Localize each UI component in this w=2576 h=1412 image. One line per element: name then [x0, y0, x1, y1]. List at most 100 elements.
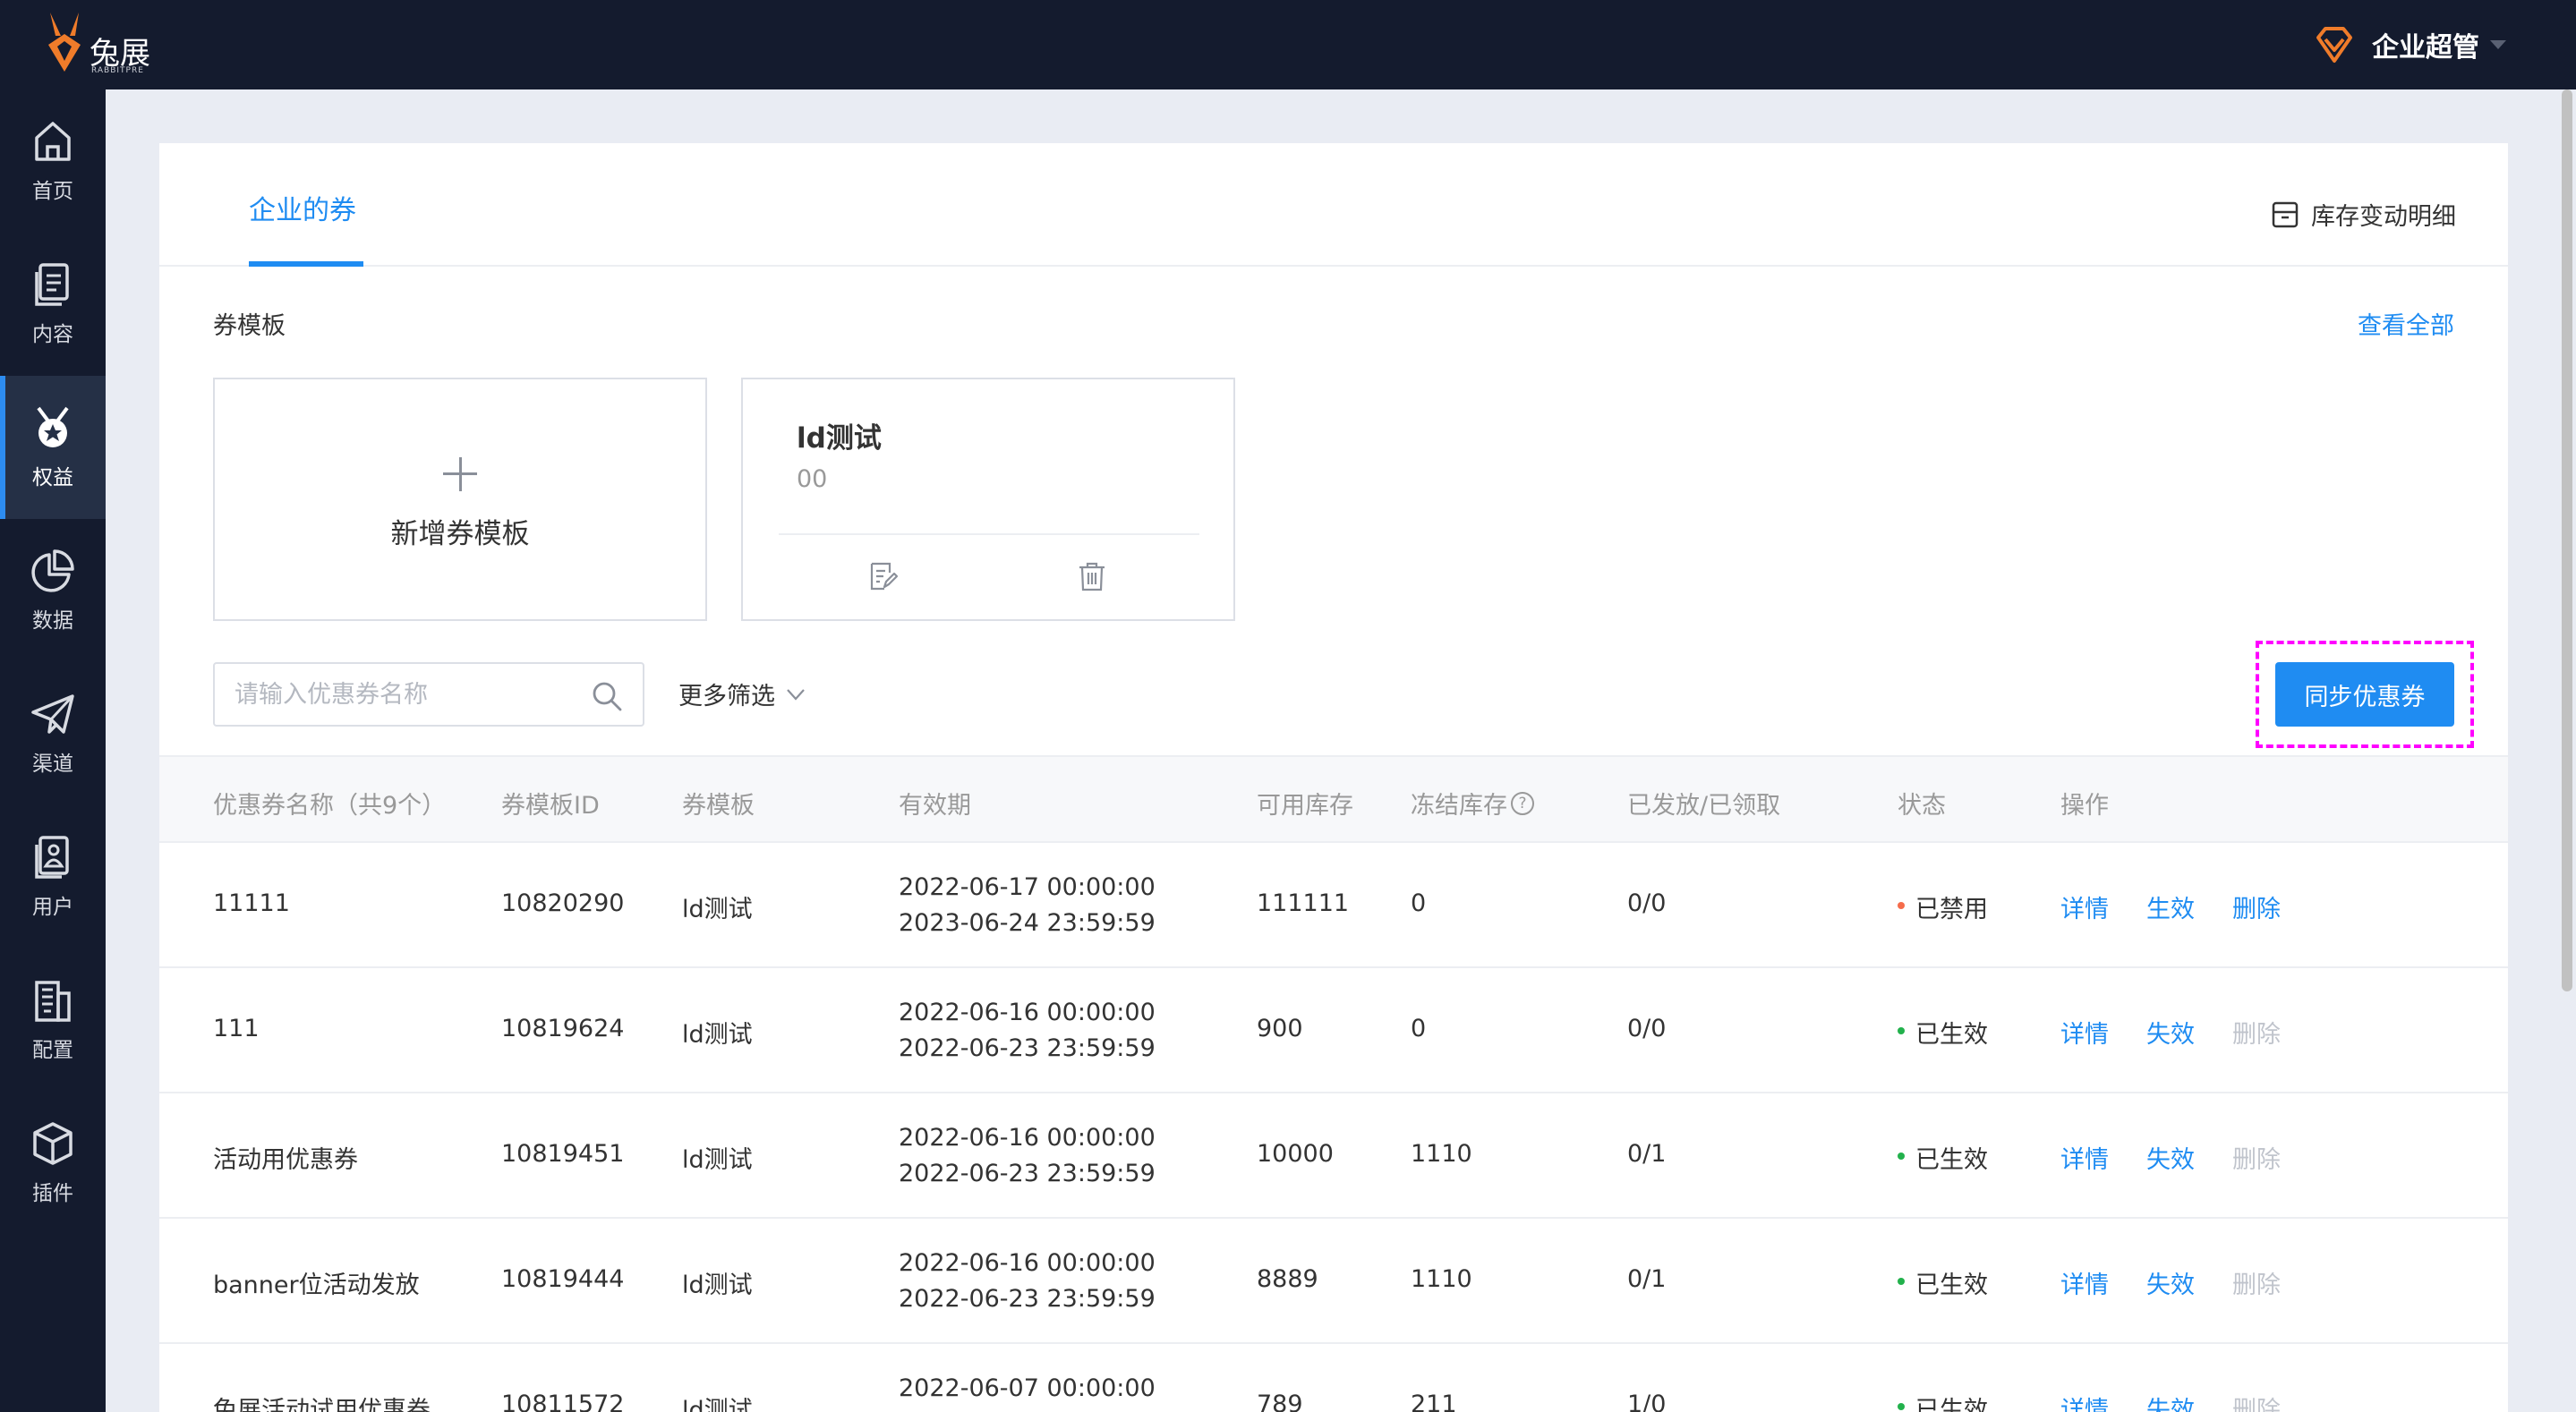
detail-link[interactable]: 详情 — [2060, 1140, 2109, 1175]
sidebar-item-users[interactable]: 用户 — [0, 805, 106, 948]
sidebar-item-settings[interactable]: 配置 — [0, 948, 106, 1092]
sidebar-item-content[interactable]: 内容 — [0, 233, 106, 376]
cell-template-id: 10819451 — [501, 1140, 625, 1168]
cell-template-id: 10819444 — [501, 1265, 625, 1293]
cell-template-id: 10819624 — [501, 1015, 625, 1042]
sidebar-item-label: 首页 — [32, 180, 73, 203]
sidebar-item-data[interactable]: 数据 — [0, 519, 106, 662]
table-row: 111 10819624 ld测试 2022-06-16 00:00:00 2022-0… — [159, 968, 2508, 1093]
cell-frozen: 0 — [1411, 1015, 1427, 1042]
cell-issued: 0/0 — [1627, 889, 1667, 917]
sidebar-item-label: 渠道 — [32, 753, 73, 776]
cell-name: 活动用优惠券 — [213, 1146, 358, 1174]
user-card-icon — [35, 836, 69, 879]
col-actions: 操作 — [2060, 792, 2109, 820]
col-template: 券模板 — [682, 792, 755, 820]
cell-validity-end: 2022-06-23 23:59:59 — [899, 1160, 1156, 1187]
top-bar: 兔展 RABBITPRE 企业超管 — [0, 0, 2576, 89]
cell-template: ld测试 — [682, 1021, 753, 1049]
sidebar-item-home[interactable]: 首页 — [0, 89, 106, 233]
more-filters-dropdown[interactable]: 更多筛选 — [678, 676, 807, 711]
template-subtitle: 00 — [797, 465, 828, 493]
cell-status: 已生效 — [1915, 1272, 1988, 1299]
detail-link[interactable]: 详情 — [2060, 1391, 2109, 1412]
paper-plane-icon — [31, 694, 74, 734]
cell-validity-end: 2022-06-23 23:59:59 — [899, 1034, 1156, 1062]
status-dot — [1898, 902, 1905, 909]
toggle-status-link[interactable]: 失效 — [2146, 1015, 2195, 1050]
detail-link[interactable]: 详情 — [2060, 1265, 2109, 1300]
template-title: ld测试 — [797, 422, 882, 455]
cell-available: 789 — [1257, 1391, 1303, 1412]
building-icon — [35, 981, 71, 1022]
sidebar-item-benefits[interactable]: 权益 — [0, 376, 106, 519]
trash-icon[interactable] — [1076, 560, 1108, 592]
table-row: banner位活动发放 10819444 ld测试 2022-06-16 00:00:… — [159, 1219, 2508, 1344]
tab-enterprise-coupons[interactable]: 企业的券 — [249, 188, 356, 227]
cell-name: 11111 — [213, 889, 290, 917]
documents-icon — [35, 263, 69, 306]
cell-available: 8889 — [1257, 1265, 1318, 1293]
cell-template-id: 10820290 — [501, 889, 625, 917]
toggle-status-link[interactable]: 失效 — [2146, 1265, 2195, 1300]
user-menu[interactable]: 企业超管 — [2313, 21, 2506, 68]
rabbit-logo-icon — [48, 13, 81, 72]
sidebar: 首页 内容 权益 数据 渠道 用户 配置 插件 — [0, 89, 106, 1412]
pie-chart-icon — [31, 549, 74, 592]
tabs-bar: 企业的券 库存变动明细 — [159, 143, 2508, 267]
toggle-status-link[interactable]: 失效 — [2146, 1140, 2195, 1175]
new-template-card[interactable]: 新增券模板 — [213, 378, 707, 621]
detail-link[interactable]: 详情 — [2060, 1015, 2109, 1050]
delete-link[interactable]: 删除 — [2232, 889, 2281, 924]
gem-icon — [2316, 27, 2352, 63]
question-circle-icon[interactable]: ? — [1511, 791, 1534, 815]
new-template-label: 新增券模板 — [390, 517, 530, 550]
divider — [779, 533, 1199, 535]
col-template-id: 券模板ID — [501, 792, 600, 820]
cell-name: banner位活动发放 — [213, 1272, 420, 1299]
toggle-status-link[interactable]: 生效 — [2146, 889, 2195, 924]
cell-validity-end: 2023-06-24 23:59:59 — [899, 909, 1156, 937]
cell-template: ld测试 — [682, 1272, 753, 1299]
stock-change-label: 库存变动明细 — [2311, 203, 2456, 231]
edit-icon[interactable] — [866, 560, 899, 592]
cell-validity: 2022-06-17 00:00:00 2023-06-24 23:59:59 — [899, 870, 1156, 941]
col-issued: 已发放/已领取 — [1627, 792, 1781, 820]
cell-issued: 1/0 — [1627, 1391, 1667, 1412]
plus-icon — [439, 454, 481, 495]
detail-link[interactable]: 详情 — [2060, 889, 2109, 924]
page-scrollbar[interactable] — [2562, 89, 2572, 991]
sidebar-item-plugins[interactable]: 插件 — [0, 1092, 106, 1235]
cell-template-id: 10811572 — [501, 1391, 625, 1412]
stock-change-link[interactable]: 库存变动明细 — [2270, 197, 2456, 232]
toggle-status-link[interactable]: 失效 — [2146, 1391, 2195, 1412]
cell-validity: 2022-06-16 00:00:00 2022-06-23 23:59:59 — [899, 1246, 1156, 1317]
cell-validity-start: 2022-06-16 00:00:00 — [899, 999, 1156, 1026]
cell-validity-start: 2022-06-17 00:00:00 — [899, 873, 1156, 901]
home-icon — [35, 122, 71, 161]
coupon-search-input[interactable] — [235, 664, 584, 725]
sidebar-item-channels[interactable]: 渠道 — [0, 662, 106, 805]
cell-validity-start: 2022-06-16 00:00:00 — [899, 1124, 1156, 1152]
archive-box-icon — [2272, 201, 2299, 227]
cube-icon — [33, 1122, 73, 1165]
chevron-down-icon — [2490, 40, 2506, 49]
status-dot — [1898, 1278, 1905, 1285]
view-all-link[interactable]: 查看全部 — [2358, 306, 2454, 341]
sidebar-item-label: 配置 — [32, 1039, 73, 1062]
cell-validity: 2022-06-16 00:00:00 2022-06-23 23:59:59 — [899, 995, 1156, 1067]
search-icon[interactable] — [591, 680, 623, 712]
brand-logo[interactable]: 兔展 RABBITPRE — [43, 9, 168, 81]
sidebar-item-label: 数据 — [32, 609, 73, 633]
col-name: 优惠券名称（共9个） — [213, 792, 447, 820]
template-card[interactable]: ld测试 00 — [741, 378, 1235, 621]
cell-status: 已生效 — [1915, 1146, 1988, 1174]
cell-validity: 2022-06-07 00:00:00 — [899, 1371, 1156, 1407]
cell-status: 已生效 — [1915, 1021, 1988, 1049]
col-frozen: 冻结库存 ? — [1411, 786, 1534, 821]
table-row: 活动用优惠券 10819451 ld测试 2022-06-16 00:00:00 202… — [159, 1093, 2508, 1219]
delete-link: 删除 — [2232, 1021, 2281, 1049]
sync-coupons-button[interactable]: 同步优惠券 — [2275, 662, 2454, 727]
cell-frozen: 1110 — [1411, 1265, 1472, 1293]
cell-name: 兔展活动试用优惠券 — [213, 1397, 431, 1412]
